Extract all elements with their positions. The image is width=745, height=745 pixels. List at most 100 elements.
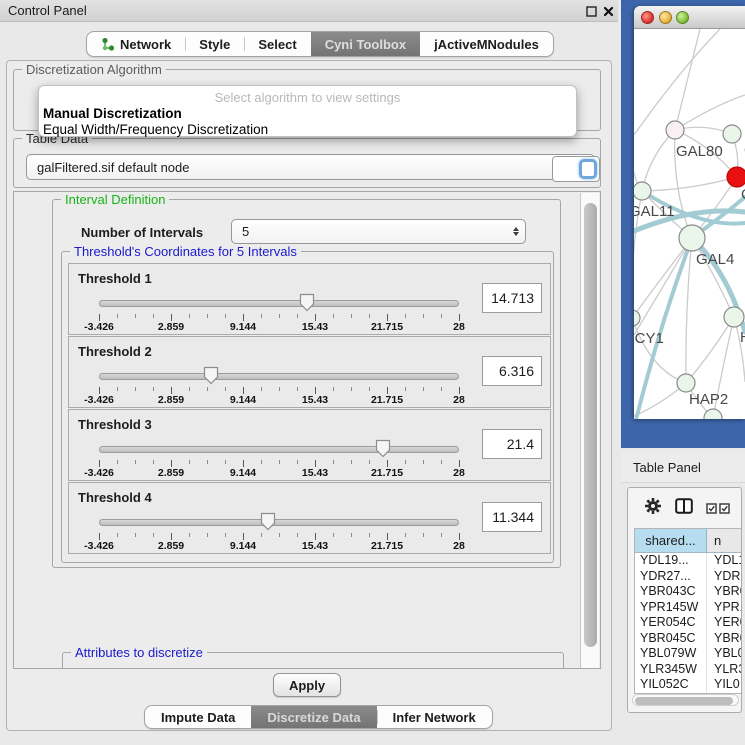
tab-cyni-toolbox[interactable]: Cyni Toolbox [311, 32, 420, 56]
select-columns-icon[interactable] [706, 503, 730, 514]
slider-minor-tick [189, 460, 190, 464]
slider-minor-tick [153, 533, 154, 537]
minimize-traffic-light-icon[interactable] [659, 11, 672, 24]
slider-minor-tick [351, 314, 352, 318]
threshold-4-slider[interactable] [99, 519, 459, 526]
network-node-red[interactable] [727, 167, 745, 187]
dropdown-item-equal-width[interactable]: Equal Width/Frequency Discretization [43, 122, 268, 137]
close-traffic-light-icon[interactable] [641, 11, 654, 24]
apply-button[interactable]: Apply [273, 673, 341, 697]
column-header-name[interactable]: n [707, 529, 742, 552]
gear-icon[interactable] [644, 497, 662, 520]
table-row[interactable]: YLR345WYLR3 [635, 662, 742, 678]
cell-shared-name[interactable]: YDL19... [635, 553, 707, 569]
threshold-3-value[interactable]: 21.4 [482, 429, 542, 459]
cell-shared-name[interactable]: YIL052C [635, 677, 707, 693]
threshold-1-value[interactable]: 14.713 [482, 283, 542, 313]
cell-name[interactable]: YPR1 [707, 600, 742, 616]
network-node-green[interactable] [677, 374, 695, 392]
network-node-green[interactable] [723, 125, 741, 143]
tab-network[interactable]: Network [87, 32, 185, 56]
network-node-green[interactable] [724, 307, 744, 327]
slider-minor-tick [153, 460, 154, 464]
table-panel-titlebar: Table Panel [621, 452, 745, 483]
table-row[interactable]: YIL052CYIL0 [635, 677, 742, 693]
dropdown-item-manual[interactable]: Manual Discretization [43, 106, 182, 121]
cell-name[interactable]: YDR2 [707, 569, 742, 585]
tab-jactivemnodules[interactable]: jActiveMNodules [420, 32, 553, 56]
table-data-combo[interactable]: galFiltered.sif default node [26, 154, 595, 180]
table-row[interactable]: YBR043CYBR0 [635, 584, 742, 600]
cell-name[interactable]: YDL1 [707, 553, 742, 569]
column-header-shared-name[interactable]: shared... [635, 529, 707, 552]
table-row[interactable]: YDL19...YDL1 [635, 553, 742, 569]
slider-minor-tick [369, 387, 370, 391]
slider-minor-tick [441, 533, 442, 537]
table-horizontal-scrollbar[interactable] [632, 694, 739, 706]
attributes-group-title: Attributes to discretize [71, 645, 207, 660]
slider-major-tick [171, 314, 172, 321]
network-edge[interactable] [686, 238, 692, 383]
cell-name[interactable]: YBR0 [707, 631, 742, 647]
network-edge[interactable] [634, 238, 692, 318]
slider-thumb[interactable] [299, 293, 315, 312]
cell-shared-name[interactable]: YDR27... [635, 569, 707, 585]
network-node-green[interactable] [679, 225, 705, 251]
slider-tick-label: 21.715 [371, 394, 403, 406]
network-edge[interactable] [675, 29, 700, 130]
table-row[interactable]: YPR145WYPR1 [635, 600, 742, 616]
tab-select[interactable]: Select [244, 32, 310, 56]
network-node-green[interactable] [634, 182, 651, 200]
slider-minor-tick [207, 387, 208, 391]
cell-shared-name[interactable]: YLR345W [635, 662, 707, 678]
zoom-traffic-light-icon[interactable] [676, 11, 689, 24]
cell-name[interactable]: YER0 [707, 615, 742, 631]
num-intervals-combo[interactable]: 5 [231, 219, 526, 244]
network-node-label: GAL80 [676, 143, 723, 160]
threshold-2-value[interactable]: 6.316 [482, 356, 542, 386]
split-columns-icon[interactable] [675, 498, 693, 519]
table-row[interactable]: YDR27...YDR2 [635, 569, 742, 585]
table-row[interactable]: YBL079WYBL0 [635, 646, 742, 662]
threshold-1-slider[interactable] [99, 300, 459, 307]
cell-shared-name[interactable]: YER054C [635, 615, 707, 631]
cell-name[interactable]: YBL0 [707, 646, 742, 662]
cell-shared-name[interactable]: YBR043C [635, 584, 707, 600]
network-edge[interactable] [634, 29, 720, 135]
slider-thumb[interactable] [203, 366, 219, 385]
network-edge[interactable] [642, 177, 737, 191]
numerical-attributes-label: Numerical Attributes [67, 667, 194, 669]
network-node-pink[interactable] [666, 121, 684, 139]
slider-minor-tick [279, 460, 280, 464]
cell-name[interactable]: YIL0 [707, 677, 742, 693]
slider-minor-tick [189, 387, 190, 391]
slider-major-tick [459, 460, 460, 467]
close-window-icon[interactable] [602, 5, 615, 18]
threshold-2-slider[interactable] [99, 373, 459, 380]
slider-major-tick [315, 533, 316, 540]
tab-discretize-data[interactable]: Discretize Data [251, 706, 376, 728]
settings-vertical-scrollbar[interactable] [580, 193, 599, 669]
tab-infer-network[interactable]: Infer Network [377, 706, 492, 728]
table-row[interactable]: YER054CYER0 [635, 615, 742, 631]
cell-shared-name[interactable]: YBR045C [635, 631, 707, 647]
network-edge[interactable] [642, 130, 675, 191]
threshold-4-value[interactable]: 11.344 [482, 502, 542, 532]
table-row[interactable]: YBR045CYBR0 [635, 631, 742, 647]
network-node-green[interactable] [634, 310, 640, 326]
float-window-icon[interactable] [585, 5, 598, 18]
algorithm-combo[interactable] [552, 156, 600, 182]
cell-name[interactable]: YLR3 [707, 662, 742, 678]
slider-thumb[interactable] [375, 439, 391, 458]
slider-minor-tick [351, 533, 352, 537]
slider-tick-label: 2.859 [158, 321, 184, 333]
slider-thumb[interactable] [260, 512, 276, 531]
threshold-3-slider[interactable] [99, 446, 459, 453]
cell-shared-name[interactable]: YBL079W [635, 646, 707, 662]
tab-style[interactable]: Style [185, 32, 244, 56]
network-canvas[interactable]: GAL80GACGAL11GAL4GCY1HHAP2 [634, 29, 745, 419]
cell-name[interactable]: YBR0 [707, 584, 742, 600]
slider-minor-tick [135, 314, 136, 318]
tab-impute-data[interactable]: Impute Data [145, 706, 251, 728]
cell-shared-name[interactable]: YPR145W [635, 600, 707, 616]
